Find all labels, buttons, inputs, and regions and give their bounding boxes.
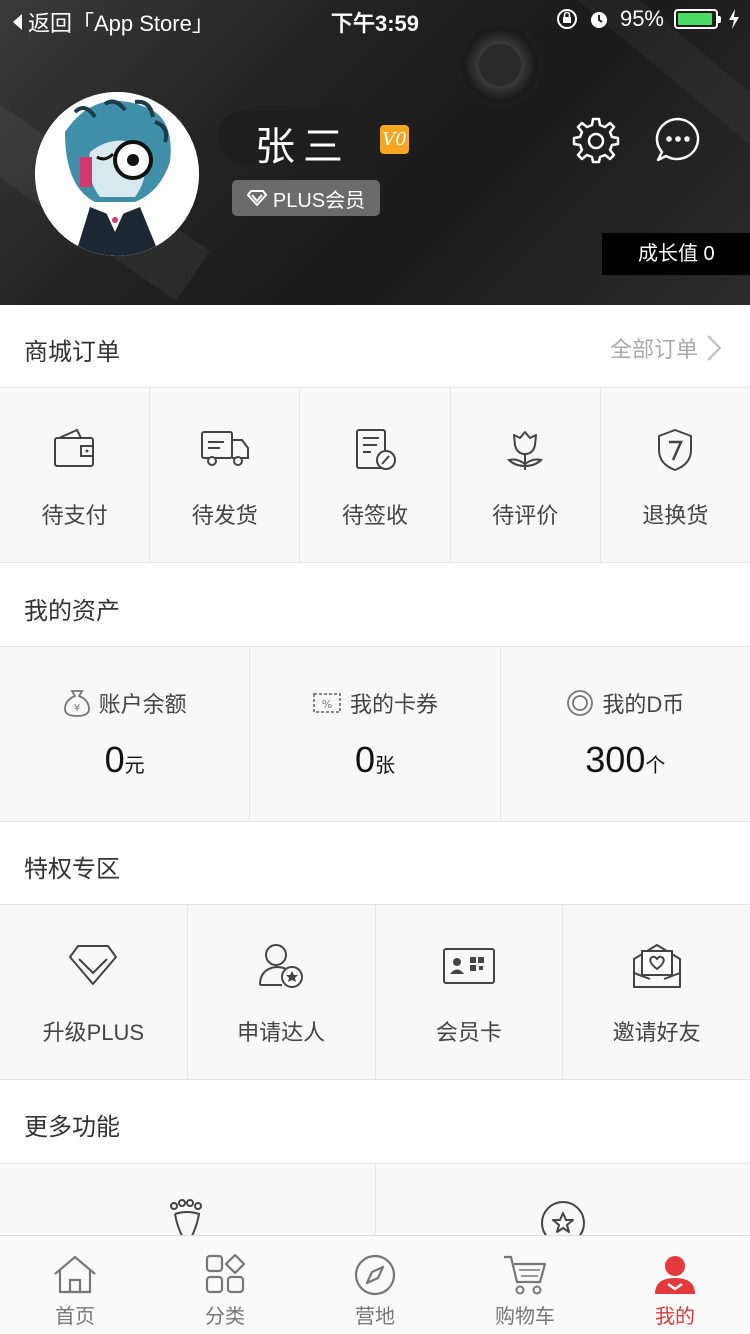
section-title: 我的资产 [24, 598, 120, 625]
assets-header: 我的资产 [0, 563, 750, 647]
tab-mine[interactable]: 我的 [600, 1236, 750, 1334]
tab-label: 营地 [355, 1306, 395, 1328]
privilege-item[interactable]: 申请达人 [188, 905, 376, 1079]
tab-home[interactable]: 首页 [0, 1236, 150, 1334]
tab-category[interactable]: 分类 [150, 1236, 300, 1334]
battery-icon [674, 9, 721, 29]
tab-cart[interactable]: 购物车 [450, 1236, 600, 1334]
order-status-item[interactable]: 待支付 [0, 388, 151, 562]
section-title: 商城订单 [24, 339, 120, 366]
asset-label: 我的卡券 [349, 692, 438, 717]
diamond-icon [246, 190, 267, 206]
user-icon [655, 1256, 695, 1294]
privilege-item[interactable]: 会员卡 [376, 905, 564, 1079]
order-status-item[interactable]: 待发货 [150, 388, 301, 562]
status-bar: 返回「App Store」 下午3:59 95% [0, 0, 750, 40]
user-name: 张三 [255, 124, 351, 170]
all-orders-label: 全部订单 [609, 337, 698, 362]
vip-level-badge[interactable]: V0 [380, 125, 409, 154]
footprint-icon [170, 1199, 203, 1238]
all-orders-link[interactable]: 全部订单 [610, 332, 722, 364]
battery-percent: 95% [619, 6, 664, 31]
category-icon [205, 1254, 245, 1294]
settings-button[interactable] [572, 116, 620, 164]
svg-text:%: % [322, 698, 332, 711]
privilege-item[interactable]: 升级PLUS [0, 905, 188, 1079]
asset-item[interactable]: 我的D币 300个 [501, 647, 750, 821]
avatar[interactable] [35, 92, 199, 256]
asset-value: 0 [354, 739, 375, 780]
plus-member-badge[interactable]: PLUS会员 [232, 180, 380, 216]
order-status-grid: 待支付 待发货 待签收 待评价 退换货 [0, 388, 750, 563]
flower-icon [507, 431, 544, 470]
rotation-lock-icon [556, 9, 577, 29]
order-status-item[interactable]: 退换货 [601, 388, 750, 562]
asset-value: 0 [104, 739, 125, 780]
star-circle-icon [540, 1201, 585, 1240]
wallet-icon [53, 428, 94, 467]
coin-icon [567, 690, 594, 716]
tab-label: 分类 [205, 1306, 245, 1328]
home-icon [54, 1255, 96, 1294]
asset-unit: 元 [124, 755, 145, 777]
svg-text:¥: ¥ [73, 703, 79, 714]
order-status-label: 待发货 [191, 503, 258, 528]
plus-member-label: PLUS会员 [272, 189, 366, 212]
gear-icon [572, 117, 620, 164]
money-bag-icon: ¥ [63, 690, 90, 717]
orders-header: 商城订单 全部订单 [0, 305, 750, 388]
privilege-label: 邀请好友 [612, 1020, 701, 1045]
order-status-label: 待支付 [41, 503, 108, 528]
chevron-right-icon [707, 335, 722, 361]
asset-item[interactable]: % 我的卡券 0张 [250, 647, 501, 821]
asset-value: 300 [585, 739, 646, 780]
charging-bolt-icon [729, 9, 739, 29]
profile-header: 返回「App Store」 下午3:59 95% 张三 V0 PLUS会员 成长… [0, 0, 750, 305]
more-header: 更多功能 [0, 1080, 750, 1164]
tab-label: 首页 [55, 1306, 95, 1328]
privilege-label: 升级PLUS [42, 1020, 145, 1045]
more-item[interactable] [376, 1164, 750, 1240]
truck-icon [200, 431, 249, 466]
more-item[interactable] [0, 1164, 376, 1238]
tab-label: 我的 [655, 1306, 695, 1328]
cart-icon [504, 1255, 547, 1295]
asset-unit: 个 [645, 755, 666, 777]
privileges-grid: 升级PLUS 申请达人 会员卡 邀请好友 [0, 905, 750, 1080]
order-status-item[interactable]: 待评价 [451, 388, 601, 562]
messages-button[interactable] [654, 116, 702, 164]
compass-icon [354, 1254, 396, 1296]
avatar-illustration [35, 92, 199, 256]
more-grid [0, 1164, 750, 1240]
growth-value[interactable]: 成长值 0 [602, 233, 750, 275]
assets-grid: ¥ 账户余额 0元 % 我的卡券 0张 我的D币 300个 [0, 647, 750, 822]
asset-unit: 张 [375, 755, 395, 777]
bottom-tab-bar: 首页 分类 营地 购物车 我的 [0, 1235, 750, 1334]
sign-doc-icon [356, 429, 396, 470]
tab-label: 购物车 [495, 1306, 555, 1328]
order-status-item[interactable]: 待签收 [300, 388, 451, 562]
asset-label: 我的D币 [602, 692, 685, 717]
privilege-label: 会员卡 [435, 1020, 502, 1045]
member-card-icon [442, 948, 495, 984]
asset-item[interactable]: ¥ 账户余额 0元 [0, 647, 251, 821]
coupon-icon: % [313, 693, 341, 713]
tab-camp[interactable]: 营地 [300, 1236, 450, 1334]
order-status-label: 待评价 [492, 503, 559, 528]
shield-return-icon [658, 429, 693, 471]
user-star-icon [259, 944, 304, 988]
order-status-label: 待签收 [342, 503, 409, 528]
privilege-item[interactable]: 邀请好友 [563, 905, 750, 1079]
section-title: 特权专区 [24, 856, 120, 883]
privileges-header: 特权专区 [0, 822, 750, 905]
invite-envelope-icon [632, 944, 681, 988]
privilege-label: 申请达人 [237, 1020, 326, 1045]
chat-bubble-icon [655, 117, 700, 162]
section-title: 更多功能 [24, 1114, 120, 1141]
diamond-icon [69, 945, 118, 985]
order-status-label: 退换货 [642, 503, 709, 528]
asset-label: 账户余额 [98, 692, 187, 717]
alarm-icon [590, 12, 607, 28]
